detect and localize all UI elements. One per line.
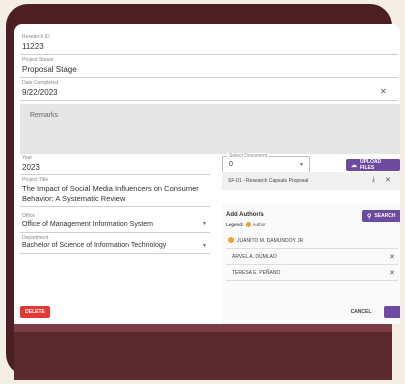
divider <box>20 77 398 78</box>
remove-author-icon[interactable]: ✕ <box>389 269 395 277</box>
project-title-line2[interactable]: Behavior: A Systematic Review <box>22 194 125 203</box>
upload-files-label: UPLOAD FILES <box>360 159 382 171</box>
research-id-value[interactable]: 11223 <box>22 42 44 51</box>
divider <box>20 206 210 207</box>
search-authors-button[interactable]: ⚲ SEARCH <box>362 210 400 222</box>
remarks-textarea[interactable]: Remarks <box>20 104 400 154</box>
author-badge-icon <box>245 222 251 227</box>
chevron-down-icon[interactable]: ▼ <box>202 221 207 227</box>
author-name: JUANITO M. DAMUNDOY JR <box>237 238 304 244</box>
department-select[interactable]: Bachelor of Science of Information Techn… <box>22 242 166 249</box>
legend-item: Author <box>252 222 266 227</box>
project-title-label: Project Title <box>22 177 49 183</box>
year-value[interactable]: 2023 <box>22 163 40 172</box>
divider <box>20 100 398 101</box>
project-status-value[interactable]: Proposal Stage <box>22 65 77 74</box>
year-label: Year <box>22 155 33 161</box>
date-completed-label: Date Completed <box>22 80 59 86</box>
remarks-placeholder: Remarks <box>30 112 59 119</box>
author-row: TERESA E. PEÑANO ✕ <box>226 266 398 281</box>
cloud-upload-icon: ☁ <box>351 162 357 169</box>
research-id-label: Research ID <box>22 34 50 40</box>
project-status-label: Project Status <box>22 57 54 63</box>
divider <box>20 253 210 254</box>
department-label: Department <box>22 235 49 241</box>
document-select-value: 0 <box>229 161 233 168</box>
clear-date-icon[interactable]: ✕ <box>380 87 387 96</box>
authors-legend: Legend: Author <box>226 222 266 227</box>
divider <box>20 232 210 233</box>
search-label: SEARCH <box>374 213 396 219</box>
close-icon[interactable]: ✕ <box>385 176 391 184</box>
author-row: JUANITO M. DAMUNDOY JR <box>226 234 398 249</box>
save-button[interactable] <box>384 306 400 318</box>
delete-button[interactable]: DELETE <box>20 306 50 318</box>
download-icon[interactable]: ⤓ <box>372 176 375 184</box>
document-select-label: Select Document <box>227 153 270 159</box>
remove-author-icon[interactable]: ✕ <box>389 253 395 261</box>
divider <box>20 174 210 175</box>
cancel-button[interactable]: CANCEL <box>344 306 378 318</box>
document-file-name[interactable]: SF-01 - Research Capsule Proposal <box>228 178 308 184</box>
research-form: Research ID 11223 Project Status Proposa… <box>14 24 400 324</box>
author-badge-icon <box>228 237 234 243</box>
upload-files-button[interactable]: ☁ UPLOAD FILES <box>346 159 400 171</box>
legend-label: Legend: <box>226 222 244 227</box>
office-label: Office <box>22 213 35 219</box>
author-name: TERESA E. PEÑANO <box>232 270 281 276</box>
divider <box>20 54 398 55</box>
chevron-down-icon[interactable]: ▼ <box>202 243 207 249</box>
authors-title: Add Author/s <box>226 212 264 218</box>
search-icon: ⚲ <box>367 213 372 220</box>
project-title-line1[interactable]: The Impact of Social Media Influencers o… <box>22 184 199 193</box>
chevron-down-icon: ▼ <box>299 162 304 168</box>
window-bottom-band <box>14 324 392 380</box>
author-name: ARVEL A. DUMLAO <box>232 254 277 260</box>
office-select[interactable]: Office of Management Information System <box>22 221 153 228</box>
document-row: SF-01 - Research Capsule Proposal ⤓ ✕ <box>222 172 400 190</box>
date-completed-value[interactable]: 9/22/2023 <box>22 88 58 97</box>
author-row: ARVEL A. DUMLAO ✕ <box>226 250 398 265</box>
